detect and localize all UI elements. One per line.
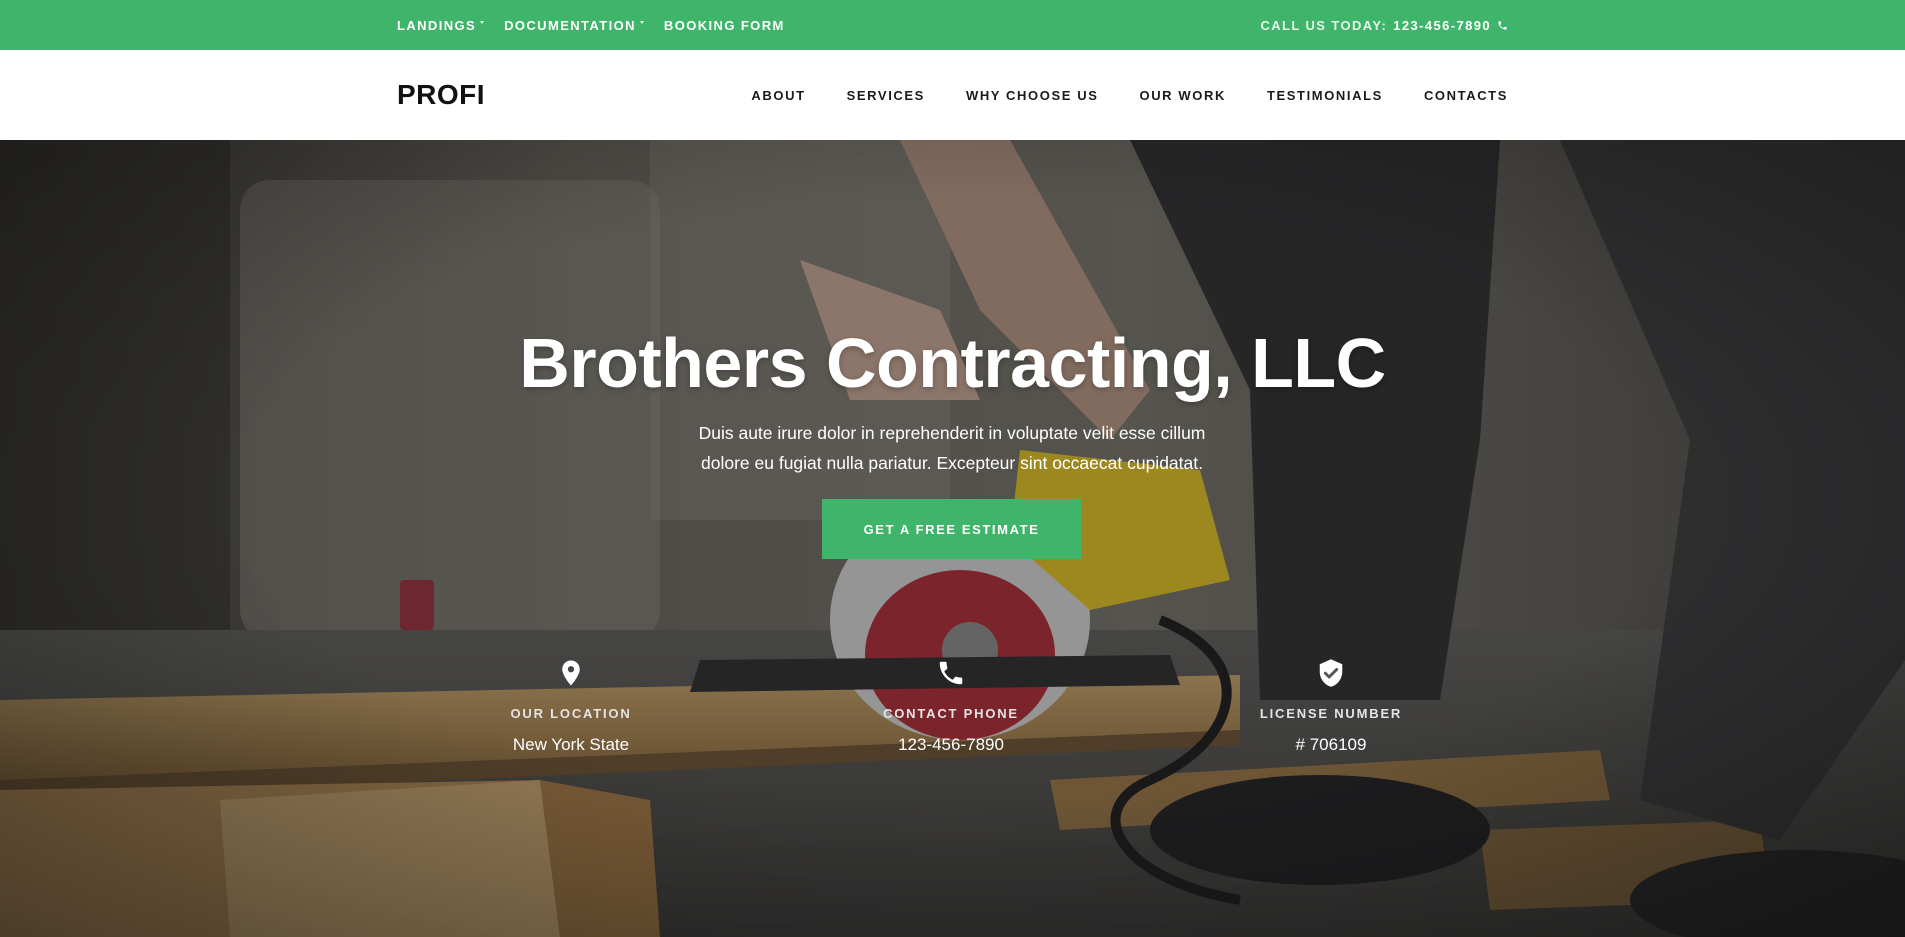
chevron-down-icon bbox=[480, 20, 485, 24]
hero-title: Brothers Contracting, LLC bbox=[519, 324, 1386, 402]
main-nav: ABOUT SERVICES WHY CHOOSE US OUR WORK TE… bbox=[751, 88, 1508, 103]
nav-item-contacts[interactable]: CONTACTS bbox=[1424, 88, 1508, 103]
top-nav-item-landings[interactable]: LANDINGS bbox=[397, 17, 485, 33]
hero-subtitle-line-1: Duis aute irure dolor in reprehenderit i… bbox=[698, 423, 1206, 443]
nav-item-services[interactable]: SERVICES bbox=[847, 88, 925, 103]
call-us: CALL US TODAY: 123-456-7890 bbox=[1260, 18, 1508, 33]
top-nav-item-documentation[interactable]: DOCUMENTATION bbox=[504, 18, 644, 33]
top-nav-label: BOOKING FORM bbox=[663, 17, 785, 33]
shield-check-icon bbox=[1319, 659, 1343, 687]
info-label: LICENSE NUMBER bbox=[1259, 706, 1403, 721]
logo[interactable]: PROFI bbox=[397, 79, 485, 111]
info-label: CONTACT PHONE bbox=[883, 706, 1019, 721]
info-value: 123-456-7890 bbox=[898, 735, 1004, 754]
phone-icon bbox=[939, 661, 963, 685]
nav-item-why-choose-us[interactable]: WHY CHOOSE US bbox=[966, 88, 1099, 103]
info-license: LICENSE NUMBER # 706109 bbox=[1211, 657, 1451, 755]
info-value: New York State bbox=[512, 735, 630, 754]
map-pin-icon bbox=[562, 660, 580, 686]
hero-subtitle: Duis aute irure dolor in reprehenderit i… bbox=[672, 418, 1232, 478]
hero-subtitle-line-2: dolore eu fugiat nulla pariatur. Excepte… bbox=[701, 453, 1203, 473]
nav-item-our-work[interactable]: OUR WORK bbox=[1139, 88, 1225, 103]
info-value: # 706109 bbox=[1295, 735, 1367, 754]
main-header: PROFI ABOUT SERVICES WHY CHOOSE US OUR W… bbox=[0, 50, 1905, 140]
hero-section: Brothers Contracting, LLC Duis aute irur… bbox=[0, 140, 1905, 937]
chevron-down-icon bbox=[639, 20, 644, 24]
top-bar: LANDINGS DOCUMENTATION BOOKING FORM CALL… bbox=[0, 0, 1905, 50]
info-phone: CONTACT PHONE 123-456-7890 bbox=[831, 657, 1071, 755]
info-location: OUR LOCATION New York State bbox=[451, 657, 691, 755]
nav-item-testimonials[interactable]: TESTIMONIALS bbox=[1267, 88, 1383, 103]
call-us-label: CALL US TODAY: bbox=[1260, 17, 1388, 33]
top-nav: LANDINGS DOCUMENTATION BOOKING FORM bbox=[397, 18, 785, 33]
free-estimate-button[interactable]: GET A FREE ESTIMATE bbox=[822, 499, 1081, 559]
phone-icon bbox=[1498, 20, 1507, 30]
nav-item-about[interactable]: ABOUT bbox=[751, 88, 805, 103]
top-nav-item-booking-form[interactable]: BOOKING FORM bbox=[664, 18, 785, 33]
info-label: OUR LOCATION bbox=[510, 706, 632, 721]
top-nav-label: DOCUMENTATION bbox=[504, 17, 636, 33]
hero-content: Brothers Contracting, LLC Duis aute irur… bbox=[0, 140, 1905, 937]
top-nav-label: LANDINGS bbox=[397, 17, 477, 33]
call-us-number[interactable]: 123-456-7890 bbox=[1393, 18, 1491, 33]
